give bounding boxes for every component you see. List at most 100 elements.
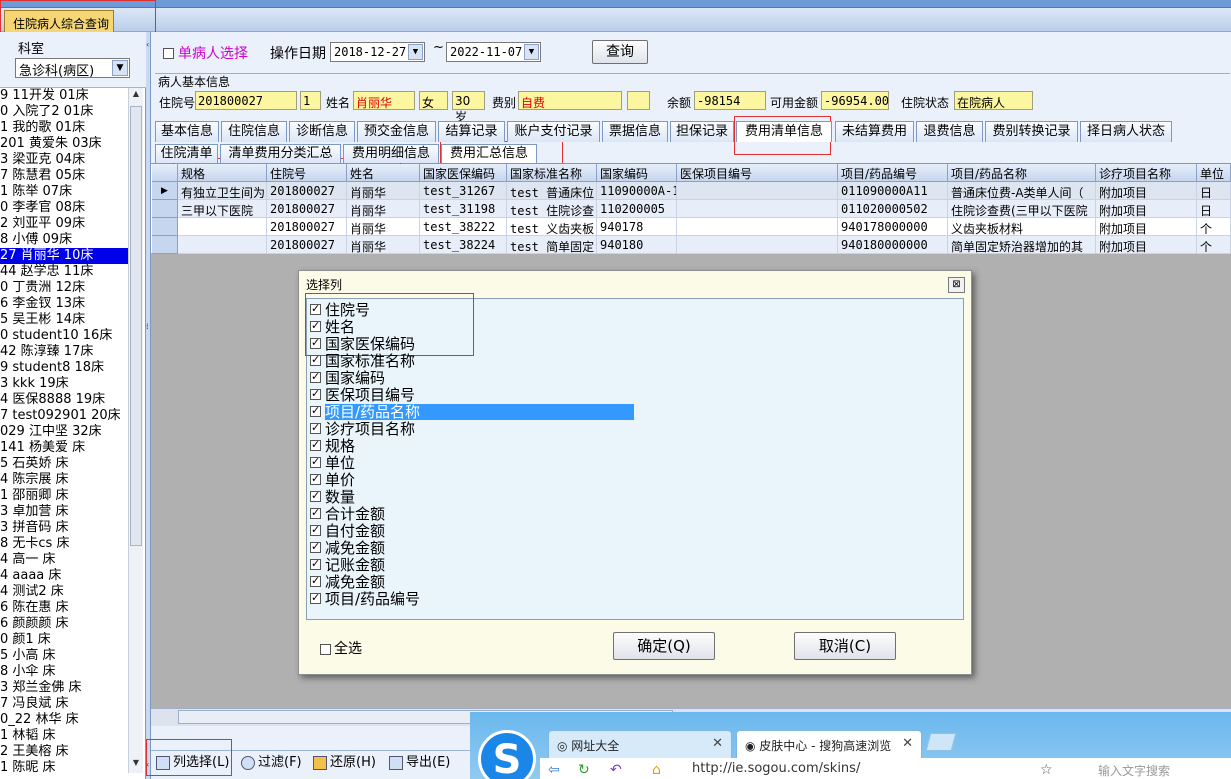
patient-list-item[interactable]: 141 杨美爱 床 bbox=[0, 440, 128, 456]
patient-list-item[interactable]: 27 肖丽华 10床 bbox=[0, 248, 128, 264]
status-field[interactable]: 在院病人 bbox=[954, 91, 1033, 110]
patient-list-item[interactable]: 1 陈昵 床 bbox=[0, 760, 128, 776]
column-option[interactable]: 国家医保编码 bbox=[310, 335, 415, 353]
tab-1[interactable]: 住院信息 bbox=[221, 121, 287, 142]
checkbox-checked-icon[interactable] bbox=[310, 403, 321, 419]
chevron-down-icon[interactable]: ▼ bbox=[112, 60, 128, 76]
tab-4[interactable]: 结算记录 bbox=[438, 121, 505, 142]
column-option[interactable]: 住院号 bbox=[310, 301, 370, 319]
close-icon[interactable]: ✕ bbox=[902, 736, 913, 751]
refresh-icon[interactable]: ↻ bbox=[578, 762, 590, 778]
checkbox-checked-icon[interactable] bbox=[310, 420, 321, 436]
grid-cell[interactable]: 个 bbox=[1197, 218, 1231, 236]
star-icon[interactable]: ☆ bbox=[1040, 762, 1053, 778]
grid-cell[interactable]: 940178000000 bbox=[838, 218, 948, 236]
column-option[interactable]: 合计金额 bbox=[310, 505, 385, 523]
patient-list-item[interactable]: 1 我的歌 01床 bbox=[0, 120, 128, 136]
grid-cell[interactable]: test_简单固定 bbox=[507, 236, 597, 254]
patient-list-item[interactable]: 2 刘亚平 09床 bbox=[0, 216, 128, 232]
grid-cell[interactable]: 肖丽华 bbox=[347, 218, 420, 236]
subtab-3[interactable]: 费用汇总信息 bbox=[441, 144, 537, 163]
undo-icon[interactable]: ↶ bbox=[610, 762, 622, 778]
row-selector[interactable]: ▶ bbox=[152, 182, 178, 200]
column-option[interactable]: 医保项目编号 bbox=[310, 386, 415, 404]
patient-list-item[interactable]: 0_22 林华 床 bbox=[0, 712, 128, 728]
column-option[interactable]: 单价 bbox=[310, 471, 355, 489]
grid-cell[interactable]: test_38224 bbox=[420, 236, 507, 254]
browser-tab-skins[interactable]: ◉ 皮肤中心 - 搜狗高速浏览 ✕ bbox=[736, 730, 922, 758]
patient-list-item[interactable]: 3 kkk 19床 bbox=[0, 376, 128, 392]
checkbox-checked-icon[interactable] bbox=[310, 505, 321, 521]
column-header[interactable]: 姓名 bbox=[347, 164, 420, 182]
ok-button[interactable]: 确定(Q) bbox=[613, 632, 715, 660]
tab-6[interactable]: 票据信息 bbox=[602, 121, 668, 142]
select-all-checkbox[interactable]: 全选 bbox=[320, 638, 362, 658]
grid-cell[interactable]: 940178 bbox=[597, 218, 677, 236]
patient-list-item[interactable]: 6 李金钗 13床 bbox=[0, 296, 128, 312]
patient-list-item[interactable]: 4 陈宗展 床 bbox=[0, 472, 128, 488]
column-header[interactable]: 单位 bbox=[1197, 164, 1231, 182]
patient-list-item[interactable]: 7 test092901 20床 bbox=[0, 408, 128, 424]
grid-cell[interactable] bbox=[677, 200, 838, 218]
patient-list-item[interactable]: 4 测试2 床 bbox=[0, 584, 128, 600]
grid-cell[interactable] bbox=[178, 236, 267, 254]
checkbox-checked-icon[interactable] bbox=[310, 318, 321, 334]
column-option[interactable]: 国家编码 bbox=[310, 369, 385, 387]
browser-search-box[interactable]: 输入文字搜索 bbox=[1098, 762, 1170, 779]
patient-list-item[interactable]: 3 拼音码 床 bbox=[0, 520, 128, 536]
grid-cell[interactable]: 肖丽华 bbox=[347, 200, 420, 218]
checkbox-checked-icon[interactable] bbox=[310, 369, 321, 385]
patient-list-item[interactable]: 0 入院了2 01床 bbox=[0, 104, 128, 120]
bed-field[interactable]: 1 bbox=[300, 91, 321, 110]
column-header[interactable]: 国家编码 bbox=[597, 164, 677, 182]
patient-list-item[interactable]: 42 陈淳臻 17床 bbox=[0, 344, 128, 360]
checkbox-checked-icon[interactable] bbox=[310, 573, 321, 589]
grid-cell[interactable]: 简单固定矫治器增加的其 bbox=[948, 236, 1096, 254]
extra-field[interactable] bbox=[627, 91, 650, 110]
checkbox-checked-icon[interactable] bbox=[310, 522, 321, 538]
patient-list-item[interactable]: 029 江中坚 32床 bbox=[0, 424, 128, 440]
patient-list-item[interactable]: 4 医保8888 19床 bbox=[0, 392, 128, 408]
patient-list-item[interactable]: 5 吴王彬 14床 bbox=[0, 312, 128, 328]
column-option[interactable]: 记账金额 bbox=[310, 556, 385, 574]
dept-select[interactable]: 急诊科(病区) ▼ bbox=[15, 58, 130, 79]
checkbox-checked-icon[interactable] bbox=[310, 556, 321, 572]
column-option[interactable]: 诊疗项目名称 bbox=[310, 420, 415, 438]
grid-cell[interactable]: test_义齿夹板 bbox=[507, 218, 597, 236]
checkbox-checked-icon[interactable] bbox=[310, 352, 321, 368]
grid-cell[interactable]: 940180 bbox=[597, 236, 677, 254]
balance-field[interactable]: -98154 bbox=[694, 91, 766, 110]
checkbox-checked-icon[interactable] bbox=[310, 471, 321, 487]
patient-list-item[interactable]: 3 郑兰金佛 床 bbox=[0, 680, 128, 696]
browser-tab-nav[interactable]: ◎ 网址大全 ✕ bbox=[548, 730, 732, 758]
patient-list-item[interactable]: 8 小傅 09床 bbox=[0, 232, 128, 248]
grid-cell[interactable]: 940180000000 bbox=[838, 236, 948, 254]
column-header[interactable]: 诊疗项目名称 bbox=[1096, 164, 1197, 182]
grid-cell[interactable]: test_住院诊查 bbox=[507, 200, 597, 218]
tab-7[interactable]: 担保记录 bbox=[670, 121, 734, 142]
address-bar[interactable]: http://ie.sogou.com/skins/ bbox=[692, 761, 1022, 779]
collapse-left-icon[interactable]: ‹ bbox=[146, 40, 149, 49]
grid-cell[interactable]: 201800027 bbox=[267, 218, 347, 236]
date-to-picker[interactable]: 2022-11-07 ▼ bbox=[446, 42, 541, 62]
row-selector[interactable] bbox=[152, 200, 178, 218]
tab-5[interactable]: 账户支付记录 bbox=[507, 121, 600, 142]
column-header[interactable]: 项目/药品编号 bbox=[838, 164, 948, 182]
row-selector[interactable] bbox=[152, 236, 178, 254]
column-option[interactable]: 项目/药品编号 bbox=[310, 590, 420, 608]
column-option[interactable]: 国家标准名称 bbox=[310, 352, 415, 370]
patient-list-scrollbar[interactable]: ▲ ▼ bbox=[128, 88, 143, 773]
patient-list-item[interactable]: 3 梁亚克 04床 bbox=[0, 152, 128, 168]
patient-list-item[interactable]: 1 邵丽卿 床 bbox=[0, 488, 128, 504]
grid-cell[interactable]: 有独立卫生间为 bbox=[178, 182, 267, 200]
patient-list-item[interactable]: 7 冯良斌 床 bbox=[0, 696, 128, 712]
grid-cell[interactable]: 110200005 bbox=[597, 200, 677, 218]
checkbox-checked-icon[interactable] bbox=[310, 488, 321, 504]
patient-list-item[interactable]: 4 高一 床 bbox=[0, 552, 128, 568]
checkbox-checked-icon[interactable] bbox=[310, 437, 321, 453]
grid-cell[interactable] bbox=[677, 182, 838, 200]
grid-cell[interactable]: 011020000502 bbox=[838, 200, 948, 218]
tab-8[interactable]: 费用清单信息 bbox=[736, 121, 832, 142]
chevron-down-icon[interactable]: ▼ bbox=[408, 44, 423, 60]
checkbox-checked-icon[interactable] bbox=[310, 454, 321, 470]
